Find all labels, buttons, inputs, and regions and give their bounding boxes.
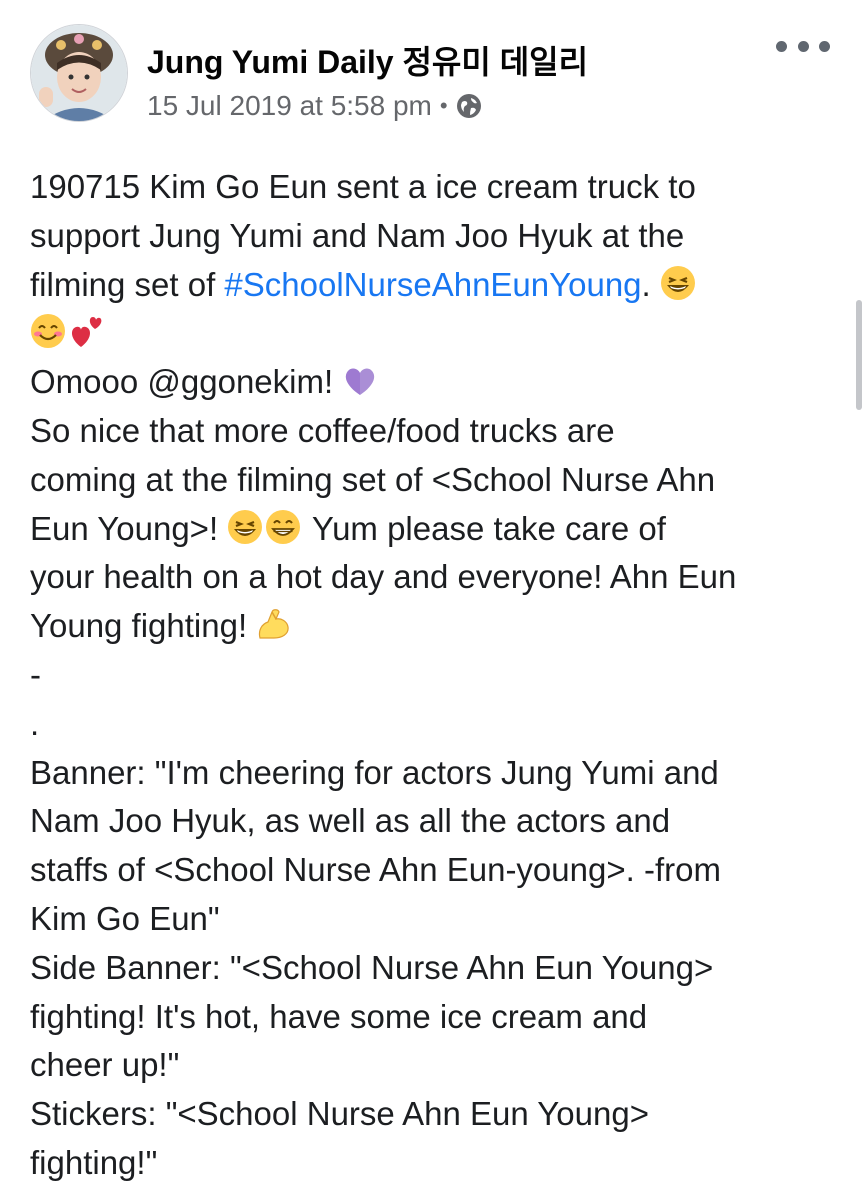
flexed-biceps-emoji	[256, 606, 292, 642]
page-name[interactable]: Jung Yumi Daily 정유미 데일리	[147, 37, 588, 83]
grinning-squinting-emoji	[660, 265, 696, 301]
two-hearts-emoji	[68, 313, 104, 349]
post-line: coming at the filming set of <School Nur…	[30, 460, 716, 498]
more-options-icon	[776, 40, 787, 52]
post-line: fighting! It's hot, have some ice cream …	[30, 997, 648, 1035]
avatar[interactable]	[30, 24, 128, 122]
post-line: staffs of <School Nurse Ahn Eun-young>. …	[30, 851, 721, 889]
beaming-grin-emoji	[265, 509, 301, 545]
meta-separator: •	[439, 93, 448, 118]
post-meta: 15 Jul 2019 at 5:58 pm •	[147, 90, 482, 122]
post-line: Stickers: "<School Nurse Ahn Eun Young>	[30, 1095, 649, 1133]
post-line: fighting!"	[30, 1143, 158, 1181]
hashtag-link[interactable]: #SchoolNurseAhnEunYoung	[224, 266, 641, 303]
post-line-text: filming set of	[30, 265, 225, 303]
post-line: Kim Go Eun"	[30, 899, 220, 937]
post-line: .	[30, 704, 40, 742]
post-line-text: Omooo @ggonekim!	[30, 363, 334, 401]
more-options-dot	[797, 40, 809, 52]
scrollbar-thumb[interactable]	[856, 300, 862, 410]
post-line-text: .	[641, 265, 651, 303]
post-line	[30, 309, 840, 358]
post-line: Banner: "I'm cheering for actors Jung Yu…	[30, 753, 719, 791]
post-line: cheer up!"	[30, 1046, 180, 1084]
post-timestamp[interactable]: 15 Jul 2019 at 5:58 pm	[147, 90, 432, 122]
globe-icon	[456, 93, 482, 119]
post-line: Nam Joo Hyuk, as well as all the actors …	[30, 802, 671, 840]
grinning-squinting-emoji	[227, 509, 263, 545]
post-text: 190715 Kim Go Eun sent a ice cream truck…	[30, 163, 840, 1188]
more-options-button[interactable]	[776, 34, 830, 58]
post-line-text: Yum please take care of	[311, 509, 666, 547]
post-line: support Jung Yumi and Nam Joo Hyuk at th…	[30, 216, 685, 254]
post-line: 190715 Kim Go Eun sent a ice cream truck…	[30, 168, 696, 205]
smiling-blush-emoji	[30, 313, 66, 349]
post-line: Omooo @ggonekim!	[30, 358, 840, 407]
post-header: Jung Yumi Daily 정유미 데일리 15 Jul 2019 at 5…	[30, 24, 832, 134]
post-line-text: Young fighting!	[30, 607, 248, 645]
post-line: Eun Young>! Yum please take care of	[30, 505, 840, 554]
post-line: -	[30, 655, 41, 693]
post-line: your health on a hot day and everyone! A…	[30, 558, 737, 596]
post-line-text: Eun Young>!	[30, 509, 219, 547]
more-options-dot	[819, 40, 830, 52]
post-line: filming set of #SchoolNurseAhnEunYoung.	[30, 261, 840, 310]
post-line: Side Banner: "<School Nurse Ahn Eun Youn…	[30, 948, 714, 986]
post-line: So nice that more coffee/food trucks are	[30, 411, 615, 449]
post-line: Young fighting!	[30, 602, 840, 651]
purple-heart-emoji	[342, 362, 378, 398]
